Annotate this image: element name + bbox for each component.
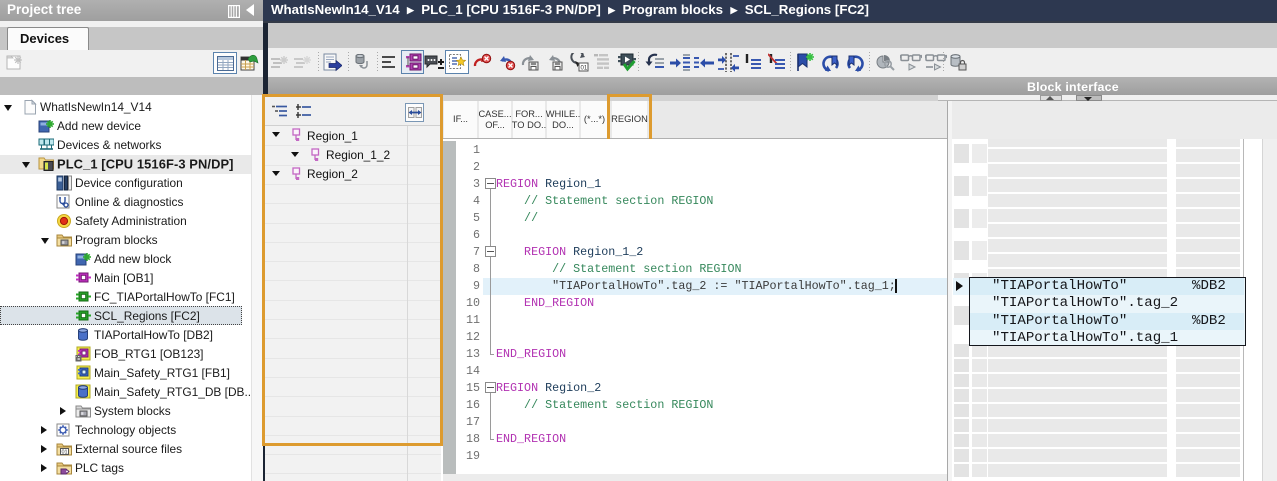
svg-text:01: 01 bbox=[581, 66, 588, 72]
svg-text:01: 01 bbox=[62, 449, 68, 455]
